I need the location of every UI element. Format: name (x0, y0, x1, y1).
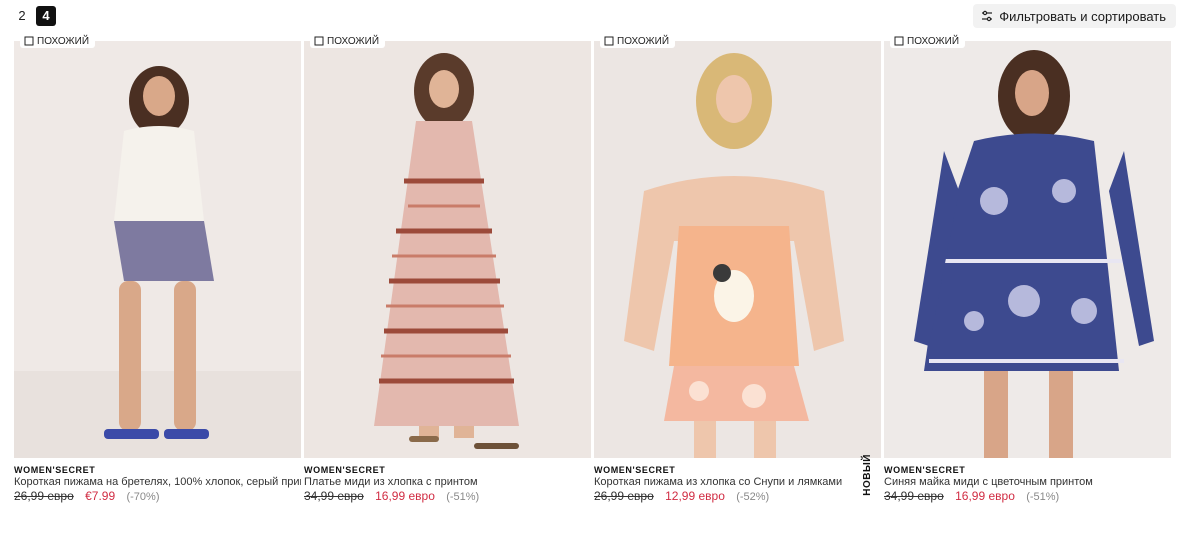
similar-icon (894, 36, 904, 46)
product-photo[interactable] (304, 41, 591, 458)
product-card[interactable]: ПОХОЖИЙ НОВЫЙ WOMEN'SECRET Короткая пижа… (594, 34, 881, 504)
similar-tag[interactable]: ПОХОЖИЙ (20, 34, 96, 48)
product-brand: WOMEN'SECRET (594, 465, 676, 475)
sliders-icon (981, 10, 993, 22)
similar-tag[interactable]: ПОХОЖИЙ (310, 34, 386, 48)
product-info: WOMEN'SECRET Короткая пижама на бретелях… (14, 464, 301, 505)
product-prices: 34,99 евро 16,99 евро (-51%) (304, 489, 591, 505)
product-name[interactable]: Короткая пижама на бретелях, 100% хлопок… (14, 476, 301, 489)
grid-option-2[interactable]: 2 (12, 6, 32, 26)
listing-toolbar: 2 4 Фильтровать и сортировать (0, 0, 1200, 34)
similar-label: ПОХОЖИЙ (37, 35, 90, 47)
product-info: WOMEN'SECRET Короткая пижама из хлопка с… (594, 464, 881, 505)
product-card[interactable]: ПОХОЖИЙ WOMEN'SECRET Синяя майка миди с … (884, 34, 1171, 504)
similar-icon (604, 36, 614, 46)
discount: (-52%) (736, 491, 770, 503)
grid-option-4[interactable]: 4 (36, 6, 56, 26)
discount: (-51%) (446, 491, 480, 503)
product-name[interactable]: Платье миди из хлопка с принтом (304, 476, 591, 489)
product-prices: 26,99 евро 12,99 евро (-52%) (594, 489, 881, 505)
product-brand: WOMEN'SECRET (304, 465, 386, 475)
discount: (-70%) (126, 491, 160, 503)
sale-price: 16,99 евро (375, 489, 435, 503)
product-prices: 26,99 евро €7.99 (-70%) (14, 489, 301, 505)
product-photo[interactable] (594, 41, 881, 458)
product-card[interactable]: ПОХОЖИЙ WOMEN'SECRET Короткая пижама на … (14, 34, 301, 504)
product-info: WOMEN'SECRET Платье миди из хлопка с при… (304, 464, 591, 505)
filter-sort-label: Фильтровать и сортировать (999, 8, 1166, 24)
old-price: 34,99 евро (884, 489, 944, 503)
product-grid: ПОХОЖИЙ WOMEN'SECRET Короткая пижама на … (14, 34, 1174, 504)
product-name[interactable]: Синяя майка миди с цветочным принтом (884, 476, 1171, 489)
grid-size-toggle: 2 4 (12, 6, 56, 26)
similar-icon (24, 36, 34, 46)
similar-label: ПОХОЖИЙ (327, 35, 380, 47)
product-info: WOMEN'SECRET Синяя майка миди с цветочны… (884, 464, 1171, 505)
filter-sort-button[interactable]: Фильтровать и сортировать (973, 4, 1176, 28)
product-photo[interactable] (884, 41, 1171, 458)
product-photo[interactable] (14, 41, 301, 458)
old-price: 26,99 евро (594, 489, 654, 503)
product-brand: WOMEN'SECRET (14, 465, 96, 475)
similar-icon (314, 36, 324, 46)
product-card[interactable]: ПОХОЖИЙ WOMEN'SECRET Платье миди из хлоп… (304, 34, 591, 504)
product-prices: 34,99 евро 16,99 евро (-51%) (884, 489, 1171, 505)
similar-label: ПОХОЖИЙ (907, 35, 960, 47)
discount: (-51%) (1026, 491, 1060, 503)
similar-label: ПОХОЖИЙ (617, 35, 670, 47)
similar-tag[interactable]: ПОХОЖИЙ (890, 34, 966, 48)
old-price: 26,99 евро (14, 489, 74, 503)
sale-price: 16,99 евро (955, 489, 1015, 503)
sale-price: 12,99 евро (665, 489, 725, 503)
product-brand: WOMEN'SECRET (884, 465, 966, 475)
product-name[interactable]: Короткая пижама из хлопка со Снупи и лям… (594, 476, 881, 489)
sale-price: €7.99 (85, 489, 116, 503)
old-price: 34,99 евро (304, 489, 364, 503)
similar-tag[interactable]: ПОХОЖИЙ (600, 34, 676, 48)
